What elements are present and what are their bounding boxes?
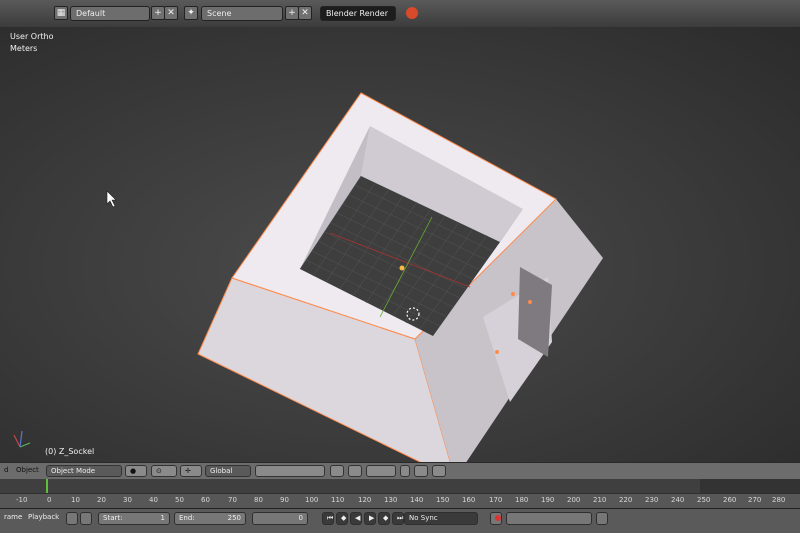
proportional-edit-toggle[interactable] [348, 465, 362, 477]
playback-menu[interactable]: Playback [24, 512, 63, 525]
viewport-header: d Object Object Mode ● ⊙ ✛ Global [0, 462, 800, 480]
active-object-label: (0) Z_Sockel [45, 447, 95, 456]
render-preview-button[interactable] [432, 465, 446, 477]
ruler-tick: 170 [489, 496, 503, 504]
transform-orientation-select[interactable]: Global [205, 465, 251, 477]
preview-range-toggle[interactable] [66, 512, 78, 525]
object-origin-icon[interactable] [399, 265, 405, 271]
keying-set-clear-button[interactable] [596, 512, 608, 525]
frame-ruler[interactable]: -10 0 10 20 30 40 50 60 70 80 90 100 110… [0, 493, 800, 508]
manipulator-toggle[interactable]: ✛ [180, 465, 202, 477]
delete-layout-button[interactable]: ✕ [164, 6, 178, 20]
ruler-tick: 280 [772, 496, 786, 504]
delete-scene-button[interactable]: ✕ [298, 6, 312, 20]
start-frame-value: 1 [160, 514, 165, 522]
keying-set-field[interactable] [506, 512, 592, 525]
start-frame-field[interactable]: Start: 1 [98, 512, 170, 525]
ruler-tick: 130 [384, 496, 398, 504]
model-view [13, 92, 603, 462]
ruler-tick: 190 [541, 496, 555, 504]
jump-start-button[interactable]: ⏮ [322, 512, 334, 525]
add-scene-button[interactable]: + [285, 6, 299, 20]
current-frame-marker[interactable] [46, 479, 48, 493]
3d-viewport[interactable]: User Ortho Meters (0) Z_Sockel [0, 27, 800, 462]
end-frame-value: 250 [227, 514, 241, 522]
ruler-tick: 20 [97, 496, 106, 504]
next-keyframe-button[interactable]: ◆ [378, 512, 390, 525]
lock-range-toggle[interactable] [80, 512, 92, 525]
snap-element-select[interactable] [400, 465, 410, 477]
current-frame-field[interactable]: 0 [252, 512, 308, 525]
render-engine-select[interactable]: Blender Render [320, 6, 396, 21]
ruler-tick: 260 [723, 496, 737, 504]
out-of-range-area [700, 479, 800, 493]
view-label: User Ortho [10, 32, 54, 41]
units-label: Meters [10, 44, 38, 53]
ruler-tick: 40 [149, 496, 158, 504]
view-menu[interactable]: d [0, 465, 12, 477]
end-frame-label: End: [179, 514, 195, 522]
ruler-tick: 50 [175, 496, 184, 504]
ruler-tick: 100 [305, 496, 319, 504]
mouse-pointer-icon [106, 190, 117, 208]
object-menu[interactable]: Object [12, 465, 43, 477]
ruler-tick: 230 [645, 496, 659, 504]
vertex-marker [511, 292, 515, 296]
frame-menu[interactable]: rame [0, 512, 26, 525]
jump-end-button[interactable]: ⏭ [392, 512, 404, 525]
lock-layers-toggle[interactable] [330, 465, 344, 477]
start-frame-label: Start: [103, 514, 123, 522]
ruler-tick: 80 [254, 496, 263, 504]
ruler-tick: 220 [619, 496, 633, 504]
scene-field[interactable]: Scene [201, 6, 283, 21]
viewport-shading-select[interactable]: ● [125, 465, 147, 477]
axis-gizmo-icon [13, 430, 31, 448]
sync-select[interactable]: No Sync [404, 512, 478, 525]
ruler-tick: 140 [410, 496, 424, 504]
scene-icon[interactable]: ✦ [184, 6, 198, 20]
prev-keyframe-button[interactable]: ◆ [336, 512, 348, 525]
timeline-header: rame Playback Start: 1 End: 250 0 ⏮ ◆ ◀ … [0, 509, 800, 533]
info-header: ▦ Default + ✕ ✦ Scene + ✕ Blender Render [0, 0, 800, 28]
ruler-tick: 200 [567, 496, 581, 504]
ruler-tick: 160 [462, 496, 476, 504]
ruler-tick: 90 [280, 496, 289, 504]
ruler-tick: 270 [748, 496, 762, 504]
ruler-tick: 30 [123, 496, 132, 504]
render-only-toggle[interactable] [414, 465, 428, 477]
record-icon[interactable] [490, 512, 502, 525]
vertex-marker [528, 300, 532, 304]
ruler-tick: 240 [671, 496, 685, 504]
ruler-tick: 0 [47, 496, 52, 504]
ruler-tick: 150 [436, 496, 450, 504]
blender-logo-icon [406, 7, 418, 19]
ruler-tick: 210 [593, 496, 607, 504]
ruler-tick: 180 [515, 496, 529, 504]
mode-select[interactable]: Object Mode [46, 465, 122, 477]
timeline-editor[interactable]: -10 0 10 20 30 40 50 60 70 80 90 100 110… [0, 479, 800, 509]
ruler-tick: 60 [201, 496, 210, 504]
play-button[interactable]: ▶ [364, 512, 376, 525]
ruler-tick: 10 [71, 496, 80, 504]
play-reverse-button[interactable]: ◀ [350, 512, 362, 525]
pivot-point-select[interactable]: ⊙ [151, 465, 177, 477]
screen-layout-field[interactable]: Default [70, 6, 150, 21]
vertex-marker [495, 350, 499, 354]
add-layout-button[interactable]: + [151, 6, 165, 20]
ruler-tick: -10 [16, 496, 28, 504]
ruler-tick: 110 [331, 496, 345, 504]
screen-layout-icon[interactable]: ▦ [54, 6, 68, 20]
ruler-tick: 250 [697, 496, 711, 504]
ruler-tick: 70 [228, 496, 237, 504]
layer-buttons[interactable] [255, 465, 325, 477]
snap-toggle[interactable] [366, 465, 396, 477]
end-frame-field[interactable]: End: 250 [174, 512, 246, 525]
ruler-tick: 120 [358, 496, 372, 504]
